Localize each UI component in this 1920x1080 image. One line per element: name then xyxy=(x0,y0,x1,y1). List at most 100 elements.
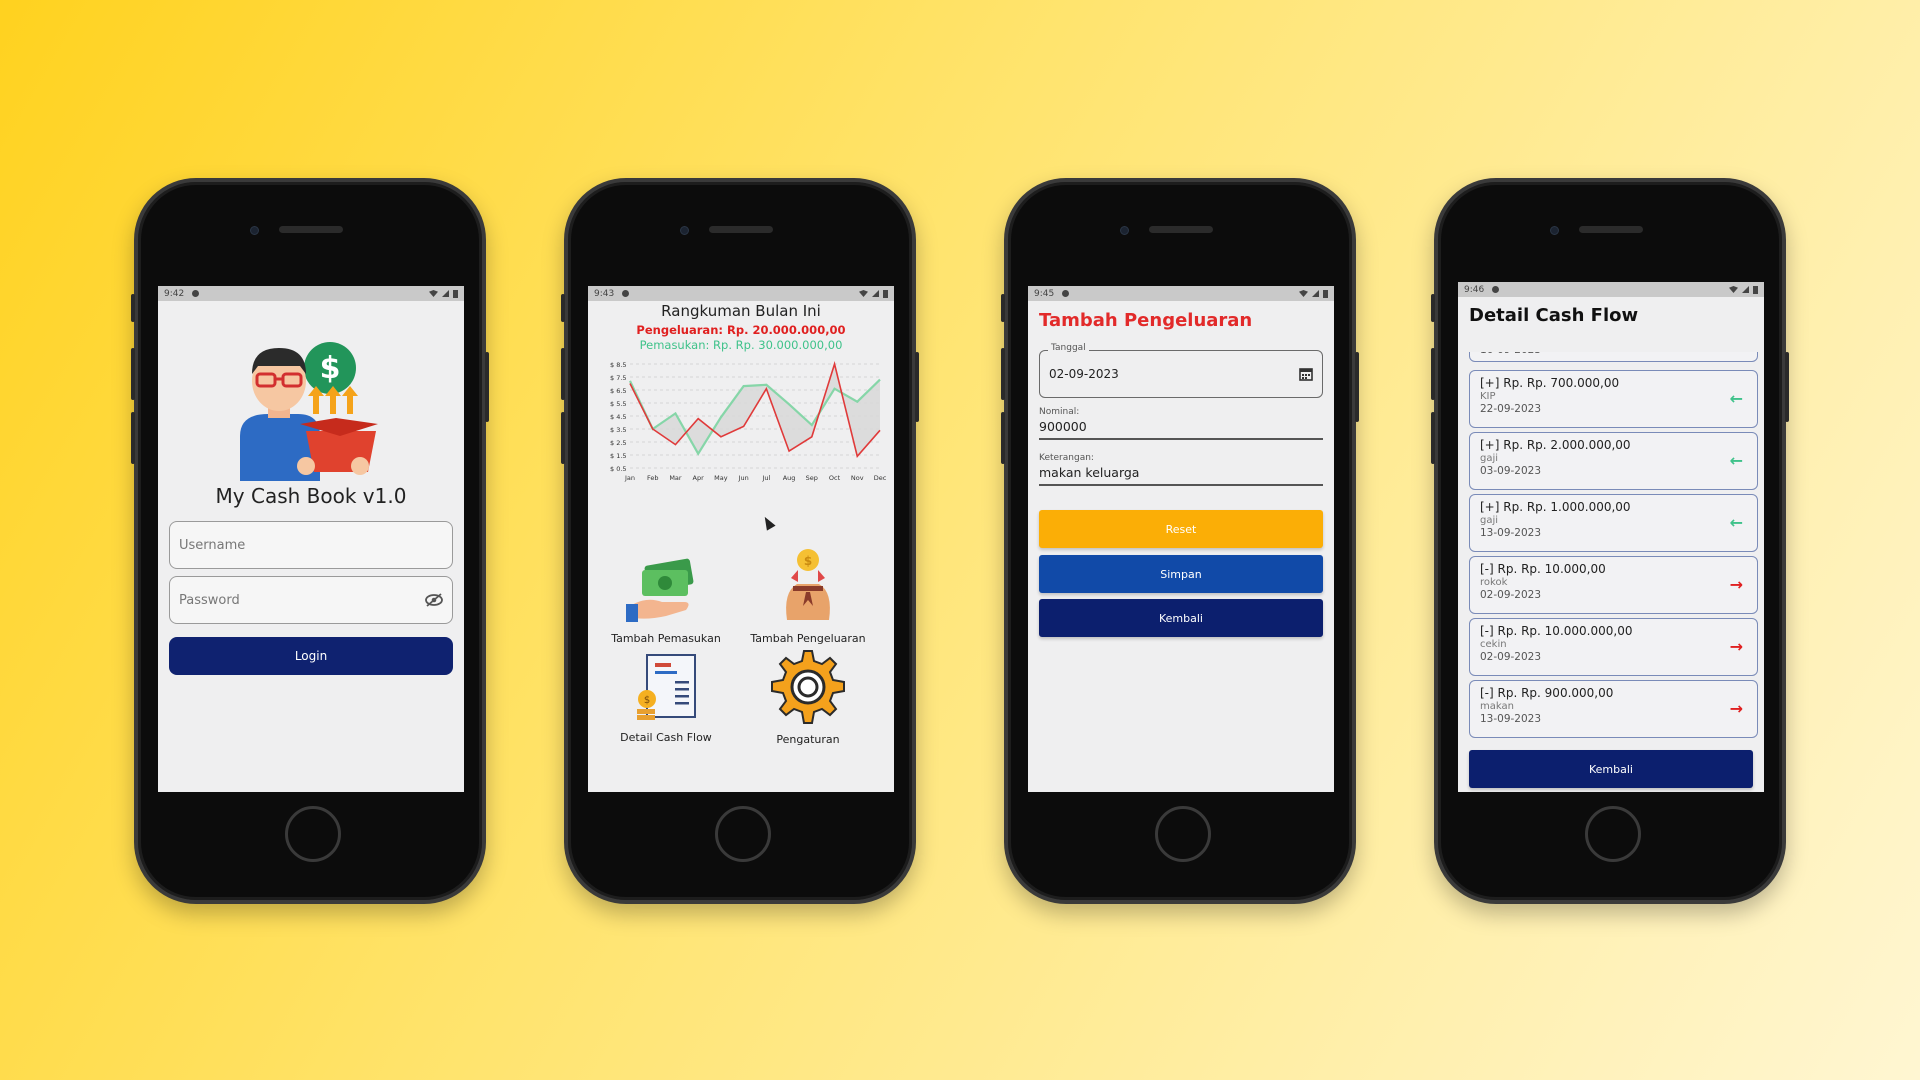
status-time: 9:46 xyxy=(1464,284,1485,295)
x-tick-label: Jun xyxy=(738,474,749,482)
login-screen: 9:42 $ My Cash Book v1.0 Username Passwo… xyxy=(158,286,464,792)
menu-tambah-pengeluaran[interactable]: $ Tambah Pengeluaran xyxy=(738,548,878,645)
keterangan-field[interactable]: Keterangan: makan keluarga xyxy=(1039,453,1323,486)
accountant-illustration-icon: $ xyxy=(240,342,378,481)
y-tick-label: $ 5.5 xyxy=(610,400,627,408)
item-amount: [-] Rp. Rp. 900.000,00 xyxy=(1480,686,1614,700)
arrow-right-icon: → xyxy=(1729,637,1743,656)
menu-label: Pengaturan xyxy=(776,733,840,746)
status-bar: 9:46 xyxy=(1458,282,1764,297)
list-item[interactable]: [-] Rp. Rp. 900.000,00 makan 13-09-2023 … xyxy=(1469,680,1758,738)
cash-flow-list[interactable]: 16-09-2023 [+] Rp. Rp. 700.000,00 KIP 22… xyxy=(1469,352,1758,742)
list-item-partial[interactable]: 16-09-2023 xyxy=(1469,352,1758,362)
status-bar: 9:45 xyxy=(1028,286,1334,301)
phone-login: 9:42 $ My Cash Book v1.0 Username Passwo… xyxy=(131,178,489,904)
item-date: 13-09-2023 xyxy=(1480,527,1542,539)
nominal-field[interactable]: Nominal: 900000 xyxy=(1039,407,1323,440)
simpan-button[interactable]: Simpan xyxy=(1039,555,1323,593)
settings-status-icon xyxy=(1062,290,1070,297)
list-item[interactable]: [+] Rp. Rp. 1.000.000,00 gaji 13-09-2023… xyxy=(1469,494,1758,552)
tanggal-value: 02-09-2023 xyxy=(1049,367,1119,381)
visibility-off-icon[interactable] xyxy=(425,593,443,607)
speaker xyxy=(1579,226,1643,233)
home-button[interactable] xyxy=(715,806,771,862)
camera xyxy=(1550,226,1559,235)
settings-status-icon xyxy=(1492,286,1500,293)
y-tick-label: $ 0.5 xyxy=(610,465,627,473)
home-screen: 9:43 Rangkuman Bulan Ini Pengeluaran: Rp… xyxy=(588,286,894,792)
home-button[interactable] xyxy=(1155,806,1211,862)
status-bar: 9:42 xyxy=(158,286,464,301)
tanggal-label: Tanggal xyxy=(1048,343,1089,353)
battery-icon xyxy=(1323,289,1328,298)
wifi-icon xyxy=(1299,290,1308,297)
password-input[interactable]: Password xyxy=(169,576,453,624)
list-item[interactable]: [+] Rp. Rp. 700.000,00 KIP 22-09-2023 ← xyxy=(1469,370,1758,428)
wifi-icon xyxy=(1729,286,1738,293)
tanggal-field[interactable]: Tanggal 02-09-2023 xyxy=(1039,343,1323,398)
menu-tambah-pemasukan[interactable]: Tambah Pemasukan xyxy=(596,556,736,645)
page-title: Detail Cash Flow xyxy=(1469,305,1639,326)
battery-icon xyxy=(883,289,888,298)
list-item[interactable]: [+] Rp. Rp. 2.000.000,00 gaji 03-09-2023… xyxy=(1469,432,1758,490)
camera xyxy=(680,226,689,235)
item-note: KIP xyxy=(1480,391,1496,402)
item-date: 03-09-2023 xyxy=(1480,465,1542,477)
y-tick-label: $ 3.5 xyxy=(610,426,627,434)
pemasukan-summary: Pemasukan: Rp. Rp. 30.000.000,00 xyxy=(639,338,843,352)
monthly-chart: $ 8.5 $ 7.5 $ 6.5 $ 5.5 $ 4.5 $ 3.5 $ 2.5 $ 1.5… xyxy=(610,361,887,482)
y-tick-label: $ 4.5 xyxy=(610,413,627,421)
calendar-icon[interactable] xyxy=(1299,367,1313,381)
item-note: gaji xyxy=(1480,515,1499,526)
pengeluaran-summary: Pengeluaran: Rp. 20.000.000,00 xyxy=(636,323,846,337)
kembali-button[interactable]: Kembali xyxy=(1039,599,1323,637)
signal-icon xyxy=(1742,286,1749,293)
item-amount: [+] Rp. Rp. 1.000.000,00 xyxy=(1480,500,1631,514)
reset-button[interactable]: Reset xyxy=(1039,510,1323,548)
item-date: 22-09-2023 xyxy=(1480,403,1542,415)
status-time: 9:45 xyxy=(1034,288,1055,299)
x-tick-label: Feb xyxy=(647,474,659,482)
login-button[interactable]: Login xyxy=(169,637,453,675)
item-amount: [-] Rp. Rp. 10.000.000,00 xyxy=(1480,624,1633,638)
menu-label: Tambah Pengeluaran xyxy=(750,632,866,645)
arrow-right-icon: → xyxy=(1729,575,1743,594)
menu-pengaturan[interactable]: Pengaturan xyxy=(738,649,878,746)
battery-icon xyxy=(453,289,458,298)
phone-home: 9:43 Rangkuman Bulan Ini Pengeluaran: Rp… xyxy=(561,178,919,904)
series-line xyxy=(629,361,881,458)
arrow-left-icon: ← xyxy=(1729,451,1743,470)
signal-icon xyxy=(1312,290,1319,297)
item-date: 02-09-2023 xyxy=(1480,651,1542,663)
wifi-icon xyxy=(859,290,868,297)
x-tick-label: Nov xyxy=(851,474,864,482)
status-time: 9:43 xyxy=(594,288,615,299)
wifi-icon xyxy=(429,290,438,297)
home-button[interactable] xyxy=(285,806,341,862)
username-input[interactable]: Username xyxy=(169,521,453,569)
signal-icon xyxy=(872,290,879,297)
settings-status-icon xyxy=(622,290,630,297)
mouse-cursor xyxy=(760,514,776,531)
list-item[interactable]: [-] Rp. Rp. 10.000,00 rokok 02-09-2023 → xyxy=(1469,556,1758,614)
home-button[interactable] xyxy=(1585,806,1641,862)
arrow-left-icon: ← xyxy=(1729,389,1743,408)
menu-detail-cash-flow[interactable]: $ Detail Cash Flow xyxy=(596,651,736,744)
x-tick-label: Aug xyxy=(783,474,796,482)
item-date: 16-09-2023 xyxy=(1480,352,1747,356)
phone-tambah: 9:45 Tambah Pengeluaran Tanggal 02-09-20… xyxy=(1001,178,1359,904)
summary-title: Rangkuman Bulan Ini xyxy=(661,302,821,320)
menu-label: Tambah Pemasukan xyxy=(611,632,721,645)
list-item[interactable]: [-] Rp. Rp. 10.000.000,00 cekin 02-09-20… xyxy=(1469,618,1758,676)
x-tick-label: Oct xyxy=(829,474,841,482)
speaker xyxy=(709,226,773,233)
arrow-right-icon: → xyxy=(1729,699,1743,718)
nominal-label: Nominal: xyxy=(1039,407,1080,417)
detail-screen: 9:46 Detail Cash Flow 16-09-2023 [+] Rp.… xyxy=(1458,282,1764,792)
item-date: 13-09-2023 xyxy=(1480,713,1542,725)
speaker xyxy=(279,226,343,233)
camera xyxy=(1120,226,1129,235)
kembali-button[interactable]: Kembali xyxy=(1469,750,1753,788)
item-note: rokok xyxy=(1480,577,1508,588)
tambah-screen: 9:45 Tambah Pengeluaran Tanggal 02-09-20… xyxy=(1028,286,1334,792)
